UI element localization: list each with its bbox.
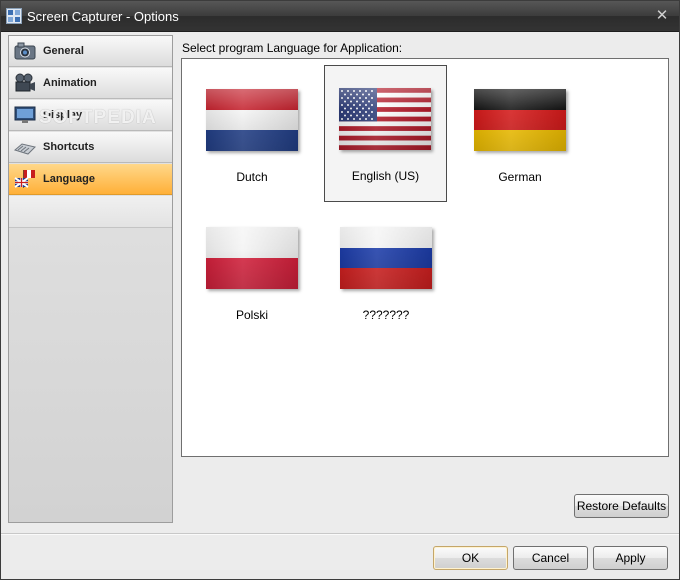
ok-button[interactable]: OK bbox=[433, 546, 508, 570]
close-button[interactable]: ✕ bbox=[653, 6, 671, 26]
sidebar-item-animation[interactable]: Animation bbox=[9, 68, 172, 99]
language-option-english-us[interactable]: English (US) bbox=[324, 65, 447, 202]
language-option-russian[interactable]: ??????? bbox=[316, 205, 456, 341]
sidebar-item-label: Animation bbox=[43, 77, 97, 89]
title-bar[interactable]: Screen Capturer - Options ✕ bbox=[1, 1, 679, 32]
sidebar-item-language[interactable]: Language bbox=[9, 164, 172, 195]
language-option-dutch[interactable]: Dutch bbox=[182, 67, 322, 203]
language-name: Polski bbox=[235, 308, 268, 322]
sidebar-item-label: General bbox=[43, 45, 84, 57]
usa-flag-icon bbox=[339, 88, 431, 150]
cancel-button[interactable]: Cancel bbox=[513, 546, 588, 570]
language-name: English (US) bbox=[351, 169, 420, 183]
sidebar-item-display[interactable]: Display bbox=[9, 100, 172, 131]
options-window: Screen Capturer - Options ✕ General Anim… bbox=[0, 0, 680, 580]
sidebar-item-label: Display bbox=[43, 109, 83, 121]
flags-icon bbox=[14, 170, 35, 188]
options-sidebar: General Animation Display Shortcuts Lang… bbox=[8, 35, 173, 523]
window-title: Screen Capturer - Options bbox=[27, 9, 179, 24]
camera-icon bbox=[14, 42, 36, 60]
sidebar-item-general[interactable]: General bbox=[9, 36, 172, 67]
language-prompt: Select program Language for Application: bbox=[182, 41, 403, 55]
language-option-polski[interactable]: Polski bbox=[182, 205, 322, 341]
keyboard-icon bbox=[14, 143, 36, 155]
footer-divider bbox=[1, 533, 679, 535]
netherlands-flag-icon bbox=[206, 89, 298, 151]
language-option-german[interactable]: German bbox=[450, 67, 590, 203]
monitor-icon bbox=[14, 106, 36, 123]
poland-flag-icon bbox=[206, 227, 298, 289]
apply-button[interactable]: Apply bbox=[593, 546, 668, 570]
language-name: Dutch bbox=[236, 170, 268, 184]
restore-defaults-button[interactable]: Restore Defaults bbox=[574, 494, 669, 518]
germany-flag-icon bbox=[474, 89, 566, 151]
sidebar-item-label: Shortcuts bbox=[43, 141, 95, 153]
close-icon: ✕ bbox=[655, 7, 669, 24]
sidebar-item-label: Language bbox=[43, 173, 95, 185]
language-name: German bbox=[498, 170, 542, 184]
language-name: ??????? bbox=[362, 308, 410, 322]
language-list: Dutch English (US) German Polski ??????? bbox=[181, 58, 669, 457]
sidebar-item-shortcuts[interactable]: Shortcuts bbox=[9, 132, 172, 163]
app-icon bbox=[6, 8, 22, 24]
russia-flag-icon bbox=[340, 227, 432, 289]
sidebar-empty-slot bbox=[9, 196, 172, 228]
video-camera-icon bbox=[15, 73, 35, 92]
